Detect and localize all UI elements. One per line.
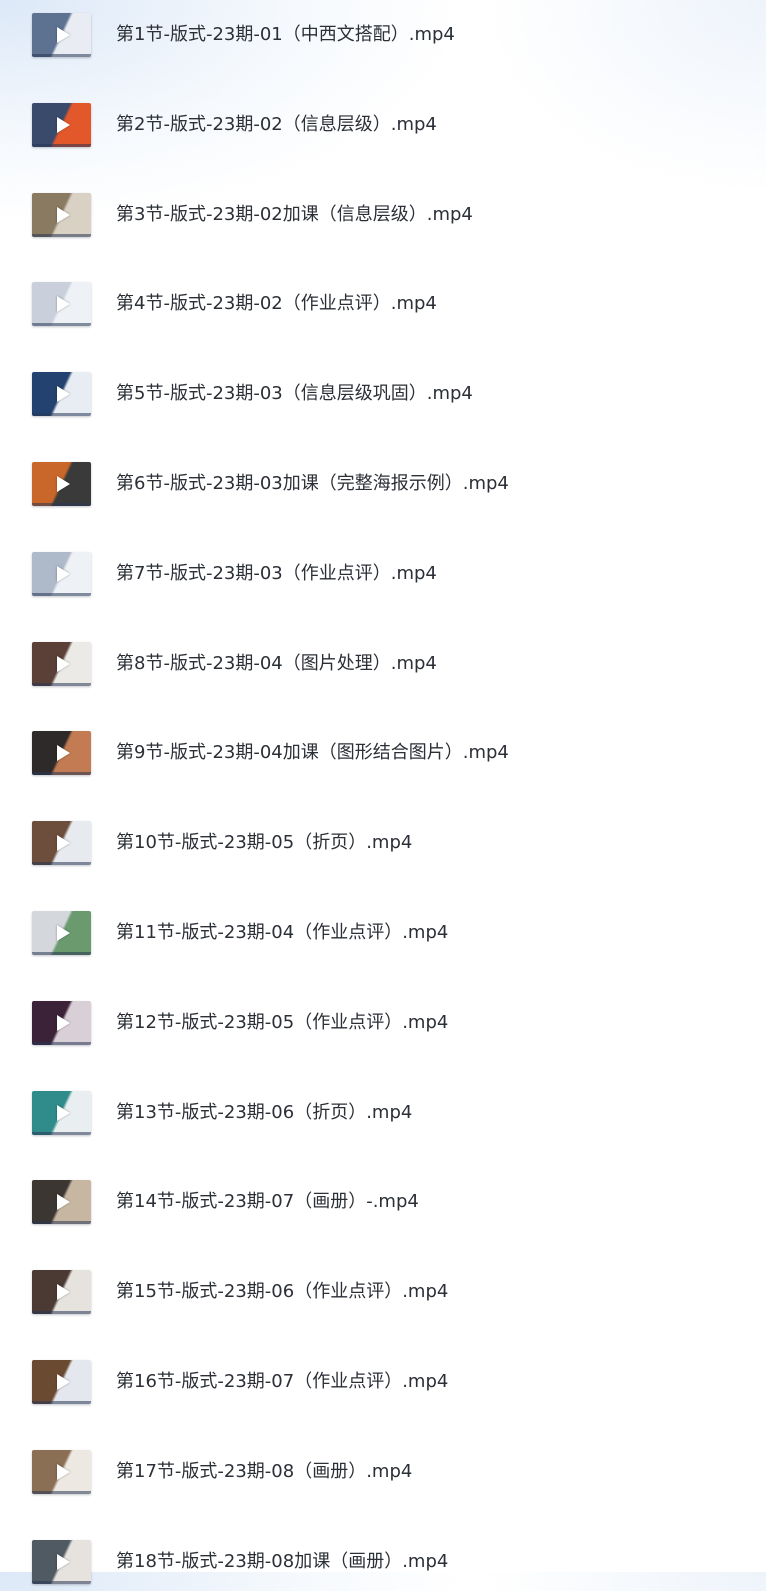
- file-row[interactable]: 第9节-版式-23期-04加课（图形结合图片）.mp4: [0, 722, 766, 782]
- thumbnail-frame: [32, 772, 91, 776]
- file-row[interactable]: 第7节-版式-23期-03（作业点评）.mp4: [0, 543, 766, 603]
- video-thumbnail[interactable]: [32, 102, 91, 147]
- thumbnail-frame: [32, 413, 91, 417]
- play-icon[interactable]: [56, 925, 70, 941]
- play-icon[interactable]: [56, 655, 70, 672]
- file-name[interactable]: 第13节-版式-23期-06（折页）.mp4: [116, 1100, 412, 1126]
- file-row[interactable]: 第16节-版式-23期-07（作业点评）.mp4: [0, 1351, 766, 1411]
- file-row[interactable]: 第15节-版式-23期-06（作业点评）.mp4: [0, 1261, 766, 1321]
- thumbnail-frame: [32, 233, 91, 237]
- file-name[interactable]: 第2节-版式-23期-02（信息层级）.mp4: [116, 112, 437, 138]
- play-icon[interactable]: [56, 1014, 70, 1031]
- file-row[interactable]: 第5节-版式-23期-03（信息层级巩固）.mp4: [0, 363, 766, 423]
- play-icon[interactable]: [56, 835, 70, 852]
- video-thumbnail[interactable]: [32, 551, 91, 596]
- thumbnail-frame: [32, 862, 91, 866]
- play-icon[interactable]: [56, 565, 70, 582]
- thumbnail-frame: [32, 592, 91, 596]
- play-icon[interactable]: [56, 296, 70, 313]
- thumbnail-frame: [32, 952, 91, 955]
- file-name[interactable]: 第14节-版式-23期-07（画册）-.mp4: [116, 1189, 419, 1215]
- file-row[interactable]: 第8节-版式-23期-04（图片处理）.mp4: [0, 633, 766, 693]
- file-row[interactable]: 第6节-版式-23期-03加课（完整海报示例）.mp4: [0, 453, 766, 513]
- video-thumbnail[interactable]: [32, 13, 91, 57]
- thumbnail-frame: [32, 1490, 91, 1494]
- file-name[interactable]: 第5节-版式-23期-03（信息层级巩固）.mp4: [116, 381, 473, 407]
- video-thumbnail[interactable]: [32, 1090, 91, 1135]
- file-row[interactable]: 第14节-版式-23期-07（画册）-.mp4: [0, 1171, 766, 1231]
- file-name[interactable]: 第10节-版式-23期-05（折页）.mp4: [116, 830, 412, 856]
- thumbnail-frame: [32, 1311, 91, 1315]
- video-thumbnail[interactable]: [32, 821, 91, 866]
- play-icon[interactable]: [56, 27, 70, 43]
- thumbnail-frame: [32, 1401, 91, 1404]
- play-icon[interactable]: [56, 116, 70, 133]
- file-name[interactable]: 第18节-版式-23期-08加课（画册）.mp4: [116, 1549, 448, 1575]
- file-row[interactable]: 第10节-版式-23期-05（折页）.mp4: [0, 812, 766, 872]
- file-name[interactable]: 第3节-版式-23期-02加课（信息层级）.mp4: [116, 202, 473, 228]
- video-thumbnail[interactable]: [32, 911, 91, 955]
- play-icon[interactable]: [56, 745, 70, 762]
- video-thumbnail[interactable]: [32, 1000, 91, 1045]
- file-row[interactable]: 第18节-版式-23期-08加课（画册）.mp4: [0, 1531, 766, 1591]
- play-icon[interactable]: [56, 1553, 70, 1570]
- play-icon[interactable]: [56, 1284, 70, 1301]
- play-icon[interactable]: [56, 1374, 70, 1390]
- file-name[interactable]: 第8节-版式-23期-04（图片处理）.mp4: [116, 651, 437, 677]
- file-name[interactable]: 第16节-版式-23期-07（作业点评）.mp4: [116, 1369, 448, 1395]
- file-name[interactable]: 第6节-版式-23期-03加课（完整海报示例）.mp4: [116, 471, 509, 497]
- thumbnail-frame: [32, 1221, 91, 1225]
- play-icon[interactable]: [56, 476, 70, 492]
- video-thumbnail[interactable]: [32, 192, 91, 237]
- thumbnail-frame: [32, 1131, 91, 1135]
- thumbnail-frame: [32, 503, 91, 506]
- file-name[interactable]: 第11节-版式-23期-04（作业点评）.mp4: [116, 920, 448, 946]
- video-thumbnail[interactable]: [32, 1180, 91, 1225]
- file-row[interactable]: 第12节-版式-23期-05（作业点评）.mp4: [0, 992, 766, 1052]
- file-row[interactable]: 第13节-版式-23期-06（折页）.mp4: [0, 1082, 766, 1142]
- thumbnail-frame: [32, 323, 91, 327]
- file-name[interactable]: 第15节-版式-23期-06（作业点评）.mp4: [116, 1279, 448, 1305]
- file-row[interactable]: 第17节-版式-23期-08（画册）.mp4: [0, 1441, 766, 1501]
- video-thumbnail[interactable]: [32, 372, 91, 417]
- play-icon[interactable]: [56, 206, 70, 223]
- file-name[interactable]: 第12节-版式-23期-05（作业点评）.mp4: [116, 1010, 448, 1036]
- play-icon[interactable]: [56, 1104, 70, 1121]
- thumbnail-frame: [32, 1041, 91, 1045]
- thumbnail-frame: [32, 143, 91, 147]
- video-thumbnail[interactable]: [32, 1449, 91, 1494]
- play-icon[interactable]: [56, 386, 70, 403]
- thumbnail-frame: [32, 682, 91, 686]
- video-thumbnail[interactable]: [32, 462, 91, 506]
- video-thumbnail[interactable]: [32, 731, 91, 776]
- file-row[interactable]: 第4节-版式-23期-02（作业点评）.mp4: [0, 273, 766, 333]
- file-row[interactable]: 第2节-版式-23期-02（信息层级）.mp4: [0, 94, 766, 154]
- file-name[interactable]: 第7节-版式-23期-03（作业点评）.mp4: [116, 561, 437, 587]
- file-name[interactable]: 第9节-版式-23期-04加课（图形结合图片）.mp4: [116, 740, 509, 766]
- video-thumbnail[interactable]: [32, 1360, 91, 1404]
- video-thumbnail[interactable]: [32, 282, 91, 327]
- play-icon[interactable]: [56, 1194, 70, 1211]
- video-thumbnail[interactable]: [32, 1270, 91, 1315]
- video-thumbnail[interactable]: [32, 1539, 91, 1584]
- file-row[interactable]: 第1节-版式-23期-01（中西文搭配）.mp4: [0, 4, 766, 64]
- file-name[interactable]: 第1节-版式-23期-01（中西文搭配）.mp4: [116, 22, 455, 48]
- thumbnail-frame: [32, 54, 91, 57]
- play-icon[interactable]: [56, 1463, 70, 1480]
- file-row[interactable]: 第3节-版式-23期-02加课（信息层级）.mp4: [0, 184, 766, 244]
- thumbnail-frame: [32, 1580, 91, 1584]
- file-name[interactable]: 第4节-版式-23期-02（作业点评）.mp4: [116, 291, 437, 317]
- file-name[interactable]: 第17节-版式-23期-08（画册）.mp4: [116, 1459, 412, 1485]
- file-row[interactable]: 第11节-版式-23期-04（作业点评）.mp4: [0, 902, 766, 962]
- video-thumbnail[interactable]: [32, 641, 91, 686]
